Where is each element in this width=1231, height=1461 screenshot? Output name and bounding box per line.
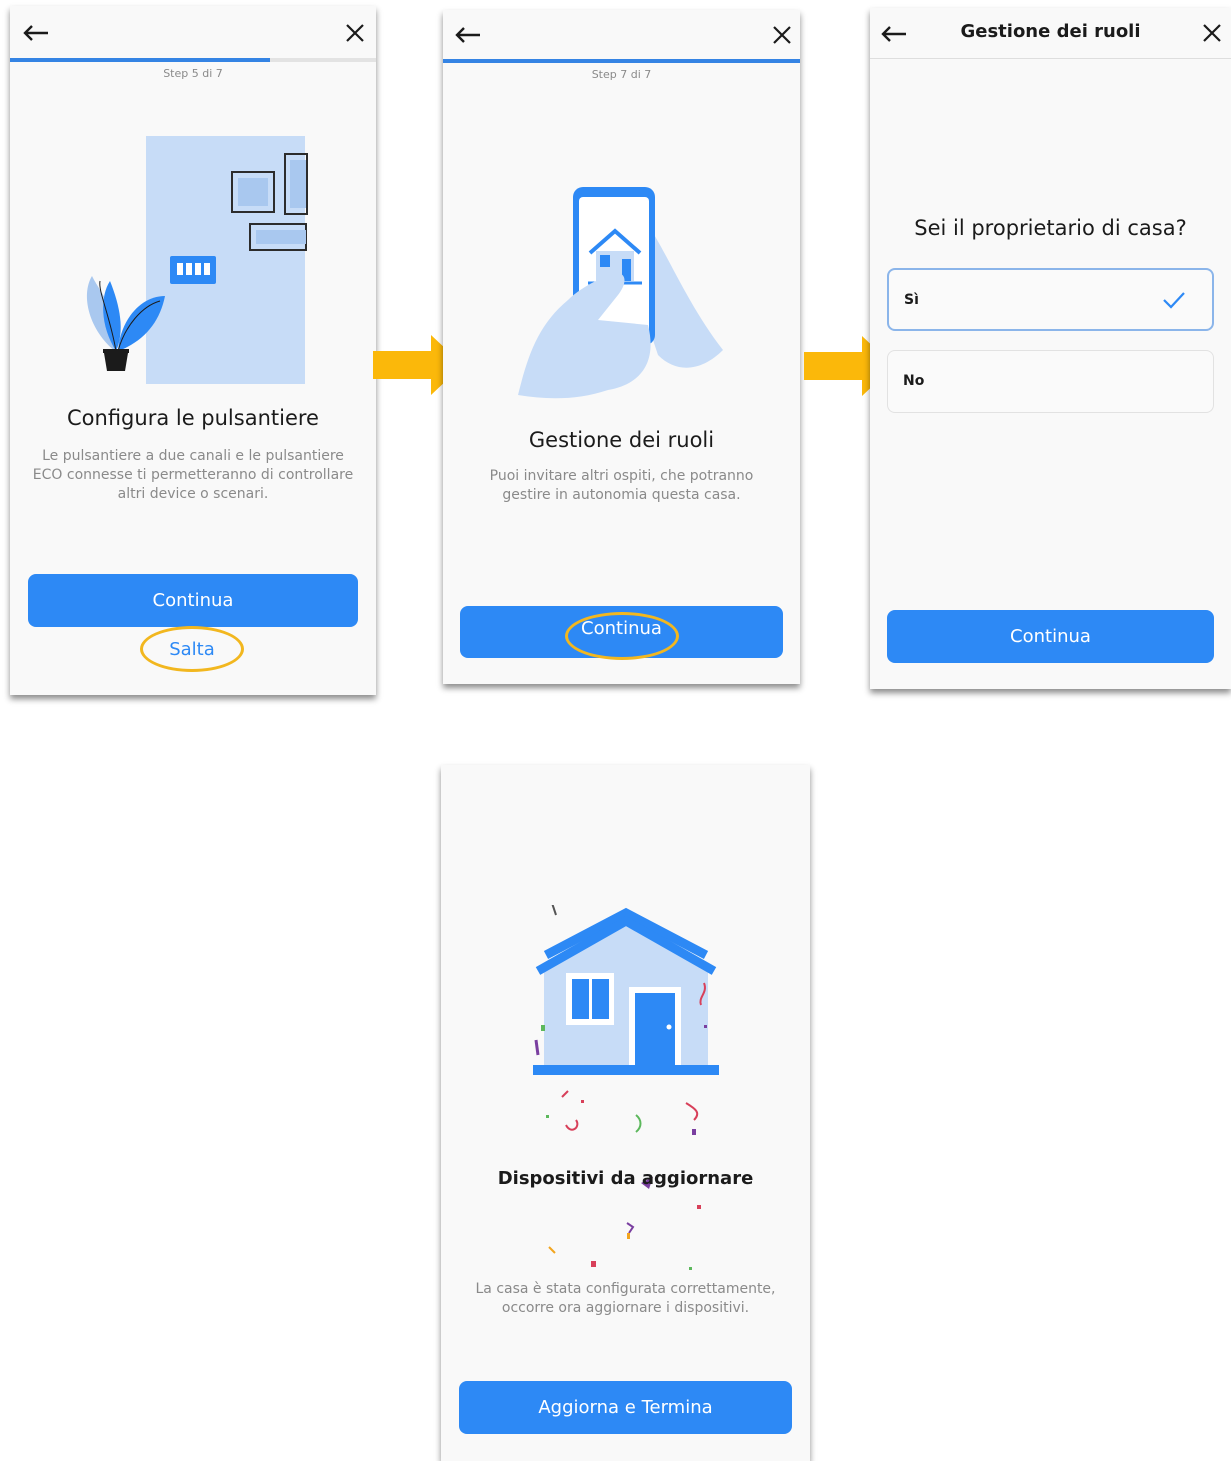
option-no[interactable]: No <box>887 350 1214 413</box>
screen-configure-keypads: Step 5 di 7 Configura le pulsantiere Le … <box>10 6 376 695</box>
step-indicator: Step 7 di 7 <box>591 68 652 81</box>
header-divider <box>870 58 1231 59</box>
screen-role-management-intro: Step 7 di 7 Gestione dei ruoli Puoi invi… <box>443 10 800 684</box>
close-icon[interactable] <box>772 25 792 45</box>
screen-title: Dispositivi da aggiornare <box>497 1168 754 1189</box>
back-arrow-icon[interactable] <box>880 25 908 43</box>
highlight-ring <box>140 626 244 672</box>
option-yes[interactable]: Sì <box>887 268 1214 331</box>
step-indicator: Step 5 di 7 <box>163 67 223 80</box>
close-icon[interactable] <box>1202 23 1222 43</box>
option-label: Sì <box>904 292 919 308</box>
progress-fill <box>443 59 800 63</box>
screen-role-management-owner: Gestione dei ruoli Sei il proprietario d… <box>870 8 1231 689</box>
highlight-ring <box>565 612 679 660</box>
screen-description: La casa è stata configurata correttament… <box>475 1281 776 1316</box>
close-icon[interactable] <box>345 23 365 43</box>
keypad-wall-illustration <box>86 136 308 384</box>
continue-button[interactable]: Continua <box>28 574 358 627</box>
question-title: Sei il proprietario di casa? <box>914 216 1187 240</box>
header-title: Gestione dei ruoli <box>960 21 1141 42</box>
screen-devices-update: Dispositivi da aggiornare La casa è stat… <box>441 765 810 1461</box>
screen-description: Puoi invitare altri ospiti, che potranno… <box>489 468 754 503</box>
house-confetti-illustration <box>533 905 719 1135</box>
screen-title: Gestione dei ruoli <box>528 428 715 452</box>
update-and-finish-button[interactable]: Aggiorna e Termina <box>459 1381 792 1434</box>
progress-bar <box>10 58 376 62</box>
option-label: No <box>903 373 925 389</box>
screen-title: Configura le pulsantiere <box>67 406 319 430</box>
screen-description: Le pulsantiere a due canali e le pulsant… <box>32 448 354 502</box>
checkmark-icon <box>1163 292 1185 309</box>
back-arrow-icon[interactable] <box>22 24 50 42</box>
progress-fill <box>10 58 270 62</box>
phone-in-hand-illustration <box>518 187 723 399</box>
progress-bar <box>443 59 800 63</box>
continue-button[interactable]: Continua <box>887 610 1214 663</box>
back-arrow-icon[interactable] <box>454 26 482 44</box>
confetti-decoration <box>548 1177 701 1270</box>
